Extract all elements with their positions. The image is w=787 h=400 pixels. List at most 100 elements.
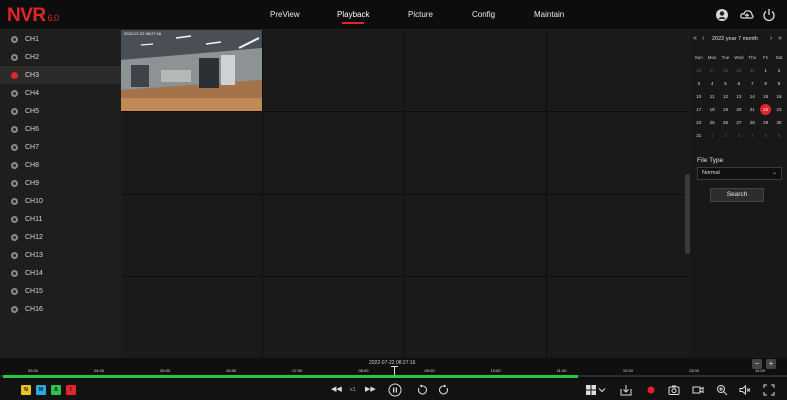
prev-month-button[interactable]: ‹ [702,35,704,42]
calendar-day[interactable]: 4 [705,81,718,86]
calendar-day[interactable]: 1 [705,133,718,138]
nav-playback[interactable]: Playback [337,10,369,24]
chevron-down-icon[interactable] [598,384,606,396]
calendar-day[interactable]: 23 [772,107,785,112]
video-cell-4[interactable] [547,30,688,112]
next-year-button[interactable]: » [778,35,782,42]
video-cell-1[interactable]: 2022-07-22 08:27:16 [121,30,262,112]
calendar-day[interactable]: 26 [692,68,705,73]
video-cell-11[interactable] [405,194,546,276]
calendar-day[interactable]: 8 [759,81,772,86]
video-cell-15[interactable] [405,276,546,358]
pause-icon[interactable] [388,383,402,397]
calendar-day[interactable]: 6 [732,81,745,86]
video-cell-7[interactable] [405,112,546,194]
split-screen-icon[interactable] [585,384,597,396]
zoom-icon[interactable] [716,384,728,396]
calendar-day[interactable]: 28 [746,120,759,125]
zoom-in-button[interactable]: + [766,359,776,369]
channel-item-ch2[interactable]: CH2 [0,48,121,66]
calendar-day[interactable]: 13 [732,94,745,99]
channel-item-ch6[interactable]: CH6 [0,120,121,138]
calendar-day-selected[interactable]: 22 [759,104,772,115]
channel-item-ch7[interactable]: CH7 [0,138,121,156]
channel-item-ch8[interactable]: CH8 [0,156,121,174]
record-type-motion[interactable]: M [36,385,46,395]
video-cell-14[interactable] [263,276,404,358]
channel-item-ch3[interactable]: CH3 [0,66,121,84]
calendar-day[interactable]: 1 [759,68,772,73]
calendar-day[interactable]: 24 [692,120,705,125]
calendar-day[interactable]: 3 [732,133,745,138]
calendar-day[interactable]: 29 [759,120,772,125]
calendar-day[interactable]: 14 [746,94,759,99]
step-forward-icon[interactable] [438,384,450,396]
power-icon[interactable] [762,8,776,22]
record-icon[interactable] [645,384,657,396]
calendar-day[interactable]: 29 [732,68,745,73]
mute-icon[interactable] [739,384,751,396]
calendar-day[interactable]: 26 [719,120,732,125]
download-icon[interactable] [620,384,632,396]
calendar-day[interactable]: 21 [746,107,759,112]
channel-item-ch11[interactable]: CH11 [0,210,121,228]
search-button[interactable]: Search [710,188,764,202]
calendar-day[interactable]: 10 [692,94,705,99]
cloud-upgrade-icon[interactable] [740,8,754,22]
channel-item-ch5[interactable]: CH5 [0,102,121,120]
video-cell-16[interactable] [547,276,688,358]
video-cell-13[interactable] [121,276,262,358]
video-cell-8[interactable] [547,112,688,194]
channel-item-ch14[interactable]: CH14 [0,264,121,282]
nav-maintain[interactable]: Maintain [534,10,564,19]
playback-speed[interactable]: x1 [350,384,356,396]
video-cell-6[interactable] [263,112,404,194]
calendar-day[interactable]: 20 [732,107,745,112]
fullscreen-icon[interactable] [763,384,775,396]
calendar-day[interactable]: 7 [746,81,759,86]
zoom-out-button[interactable]: − [752,359,762,369]
calendar-day[interactable]: 11 [705,94,718,99]
channel-item-ch4[interactable]: CH4 [0,84,121,102]
nav-config[interactable]: Config [472,10,495,19]
calendar-day[interactable]: 4 [746,133,759,138]
video-cell-10[interactable] [263,194,404,276]
video-cell-12[interactable] [547,194,688,276]
channel-item-ch12[interactable]: CH12 [0,228,121,246]
calendar-day[interactable]: 2 [719,133,732,138]
prev-year-button[interactable]: « [693,35,697,42]
video-cell-3[interactable] [405,30,546,112]
calendar-day[interactable]: 15 [759,94,772,99]
snapshot-icon[interactable] [668,384,680,396]
video-cell-2[interactable] [263,30,404,112]
record-type-alarm[interactable]: A [51,385,61,395]
record-type-intelligent[interactable]: I [66,385,76,395]
channel-item-ch16[interactable]: CH16 [0,300,121,318]
video-cell-5[interactable] [121,112,262,194]
fast-forward-button[interactable]: ▶▶ [365,384,376,396]
channel-item-ch13[interactable]: CH13 [0,246,121,264]
calendar-day[interactable]: 12 [719,94,732,99]
next-month-button[interactable]: › [770,35,772,42]
calendar-day[interactable]: 2 [772,68,785,73]
file-type-select[interactable]: Normal ⌄ [697,167,782,180]
channel-item-ch9[interactable]: CH9 [0,174,121,192]
nav-preview[interactable]: PreView [270,10,300,19]
rewind-button[interactable]: ◀◀ [331,384,342,396]
timeline[interactable]: 2022-07-22 08:27:16 03:00 04:00 05:00 06:00… [0,358,787,380]
calendar-day[interactable]: 27 [732,120,745,125]
user-icon[interactable] [715,8,729,22]
clip-icon[interactable] [692,384,704,396]
calendar-day[interactable]: 30 [772,120,785,125]
calendar-day[interactable]: 17 [692,107,705,112]
calendar-day[interactable]: 27 [705,68,718,73]
calendar-day[interactable]: 30 [746,68,759,73]
channel-item-ch15[interactable]: CH15 [0,282,121,300]
calendar-day[interactable]: 18 [705,107,718,112]
calendar-day[interactable]: 25 [705,120,718,125]
calendar-day[interactable]: 19 [719,107,732,112]
nav-picture[interactable]: Picture [408,10,433,19]
calendar-day[interactable]: 28 [719,68,732,73]
step-back-icon[interactable] [416,384,428,396]
calendar-day[interactable]: 31 [692,133,705,138]
